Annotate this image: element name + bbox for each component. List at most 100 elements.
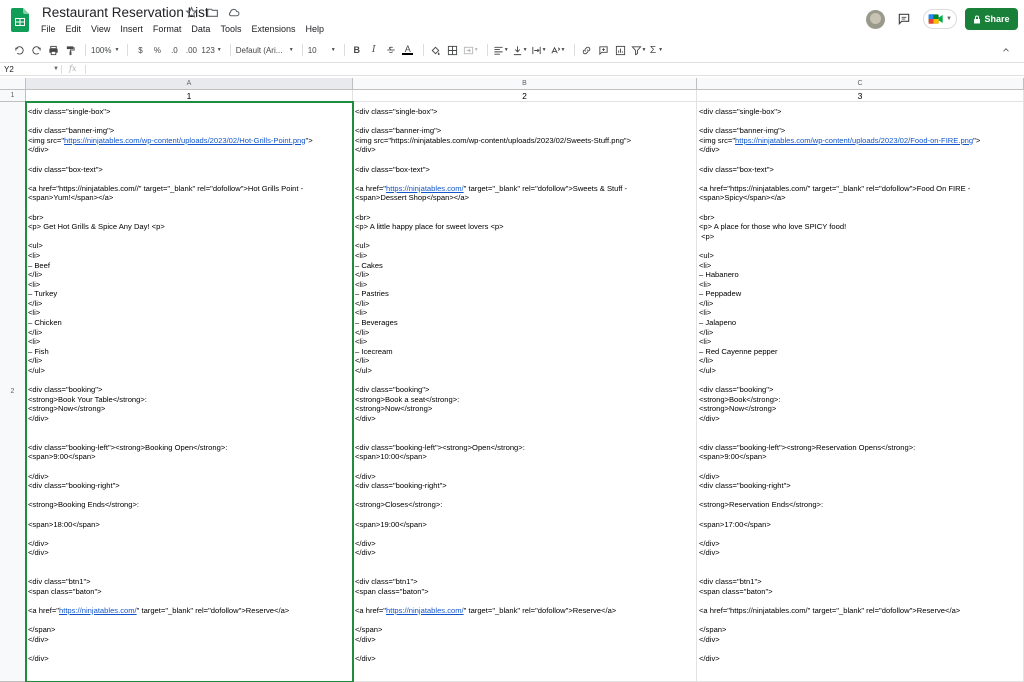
more-formats-select[interactable]: 123 ▼ xyxy=(201,42,221,58)
fx-icon: fx xyxy=(69,64,77,73)
cell-line: </div> xyxy=(699,145,1023,155)
cell-text: </ul> xyxy=(355,366,372,376)
select-all-corner[interactable] xyxy=(0,78,26,90)
menu-extensions[interactable]: Extensions xyxy=(246,22,300,36)
cell-a1[interactable]: 1 xyxy=(26,90,353,102)
chevron-down-icon: ▼ xyxy=(641,47,647,53)
vertical-align-icon[interactable]: ▼ xyxy=(512,42,528,58)
cell-text: <a href=" xyxy=(355,605,386,615)
cell-line: <div class="booking"> xyxy=(699,385,1023,395)
cell-line xyxy=(699,376,1023,386)
menu-file[interactable]: File xyxy=(36,22,61,36)
cell-link[interactable]: https://ninjatables.com/ xyxy=(59,606,137,615)
chevron-down-icon: ▼ xyxy=(503,47,509,53)
cell-text: <a href=" xyxy=(355,183,386,193)
menu-format[interactable]: Format xyxy=(148,22,187,36)
avatar[interactable] xyxy=(866,9,885,29)
cell-text: </div> xyxy=(355,653,376,663)
paint-format-icon[interactable] xyxy=(63,42,77,58)
menu-tools[interactable]: Tools xyxy=(215,22,246,36)
cell-c1[interactable]: 3 xyxy=(697,90,1024,102)
collapse-menu-icon[interactable] xyxy=(999,42,1013,58)
cell-link[interactable]: https://ninjatables.com/ xyxy=(386,184,464,193)
percent-format-button[interactable]: % xyxy=(150,42,164,58)
currency-format-button[interactable]: $ xyxy=(133,42,147,58)
row-header-1[interactable]: 1 xyxy=(0,90,26,102)
comment-history-icon[interactable] xyxy=(897,12,911,26)
cell-text: <a href="https://ninjatables.com/" targe… xyxy=(699,605,961,615)
toolbar: 100% ▼ $ % .0 .00 123 ▼ Default (Ari... ▼ 1… xyxy=(12,40,1016,60)
fill-color-icon[interactable] xyxy=(429,42,443,58)
formula-input[interactable] xyxy=(90,65,1010,75)
insert-link-icon[interactable] xyxy=(580,42,594,58)
chevron-down-icon[interactable]: ▼ xyxy=(53,66,59,72)
menu-bar: File Edit View Insert Format Data Tools … xyxy=(36,22,329,36)
cell-line: <li> xyxy=(355,251,696,261)
cell-text: <div class="booking"> xyxy=(699,385,774,395)
cell-text: </div> xyxy=(28,538,49,548)
cell-b2[interactable]: <div class="single-box"> <div class="bann… xyxy=(353,102,697,682)
redo-icon[interactable] xyxy=(29,42,43,58)
cell-text: – Peppadew xyxy=(699,289,742,299)
cloud-status-icon[interactable] xyxy=(227,6,240,19)
print-icon[interactable] xyxy=(46,42,60,58)
cell-link[interactable]: https://ninjatables.com/wp-content/uploa… xyxy=(735,136,973,145)
chevron-down-icon: ▼ xyxy=(473,47,479,53)
cell-link[interactable]: https://ninjatables.com/ xyxy=(386,606,464,615)
merge-cells-icon[interactable]: ▼ xyxy=(463,42,479,58)
font-size-select[interactable]: 10 ▼ xyxy=(308,42,336,58)
bold-button[interactable]: B xyxy=(350,42,364,58)
column-header-c[interactable]: C xyxy=(697,78,1024,90)
cell-text: <li> xyxy=(355,250,368,260)
sheets-logo-icon[interactable] xyxy=(11,8,29,32)
zoom-select[interactable]: 100% ▼ xyxy=(91,42,119,58)
cell-c2[interactable]: <div class="single-box"> <div class="bann… xyxy=(697,102,1024,682)
name-box[interactable]: Y2 xyxy=(4,65,14,74)
horizontal-align-icon[interactable]: ▼ xyxy=(493,42,509,58)
menu-view[interactable]: View xyxy=(86,22,115,36)
move-folder-icon[interactable] xyxy=(206,6,219,19)
cell-text: <strong>Booking Ends</strong>: xyxy=(28,500,140,510)
star-icon[interactable] xyxy=(185,6,198,19)
cell-b1[interactable]: 2 xyxy=(353,90,697,102)
cell-link[interactable]: https://ninjatables.com/wp-content/uploa… xyxy=(64,136,305,145)
column-header-b[interactable]: B xyxy=(353,78,697,90)
share-button[interactable]: Share xyxy=(965,8,1018,30)
app-header: Restaurant Reservation List File Edit Vi… xyxy=(0,0,1024,38)
italic-button[interactable]: I xyxy=(367,42,381,58)
cell-text: <strong>Now</strong> xyxy=(355,404,433,414)
cell-a2[interactable]: <div class="single-box"> <div class="bann… xyxy=(25,101,354,682)
menu-edit[interactable]: Edit xyxy=(61,22,87,36)
menu-help[interactable]: Help xyxy=(300,22,329,36)
filter-icon[interactable]: ▼ xyxy=(630,42,647,58)
cell-text: "> xyxy=(973,135,981,145)
cell-line: <div class="box-text"> xyxy=(699,165,1023,175)
column-header-a[interactable]: A xyxy=(26,78,353,90)
cell-line: <div class="booking-right"> xyxy=(355,481,696,491)
text-rotation-icon[interactable]: ▼ xyxy=(550,42,566,58)
document-title[interactable]: Restaurant Reservation List xyxy=(42,5,209,20)
cell-line xyxy=(28,596,352,606)
cell-text: – Red Cayenne pepper xyxy=(699,346,778,356)
menu-data[interactable]: Data xyxy=(186,22,215,36)
meet-button[interactable]: ▼ xyxy=(923,9,957,29)
cell-c2-content: <div class="single-box"> <div class="bann… xyxy=(697,102,1023,663)
undo-icon[interactable] xyxy=(12,42,26,58)
decrease-decimal-button[interactable]: .0 xyxy=(167,42,181,58)
cell-text: <div class="booking-left"><strong>Reserv… xyxy=(699,442,916,452)
row-header-2[interactable]: 2 xyxy=(0,102,26,682)
cell-text: <strong>Book</strong>: xyxy=(699,394,781,404)
cell-text: <span class="baton"> xyxy=(28,586,102,596)
font-select[interactable]: Default (Ari... ▼ xyxy=(236,42,294,58)
increase-decimal-button[interactable]: .00 xyxy=(184,42,198,58)
strikethrough-icon[interactable] xyxy=(384,42,398,58)
functions-icon[interactable]: Σ ▼ xyxy=(649,42,663,58)
menu-insert[interactable]: Insert xyxy=(115,22,148,36)
cell-text: </div> xyxy=(355,538,376,548)
text-color-button[interactable]: A xyxy=(401,42,415,58)
text-wrapping-icon[interactable]: ▼ xyxy=(531,42,547,58)
insert-comment-icon[interactable] xyxy=(597,42,611,58)
cell-line xyxy=(28,510,352,520)
insert-chart-icon[interactable] xyxy=(614,42,628,58)
borders-icon[interactable] xyxy=(446,42,460,58)
